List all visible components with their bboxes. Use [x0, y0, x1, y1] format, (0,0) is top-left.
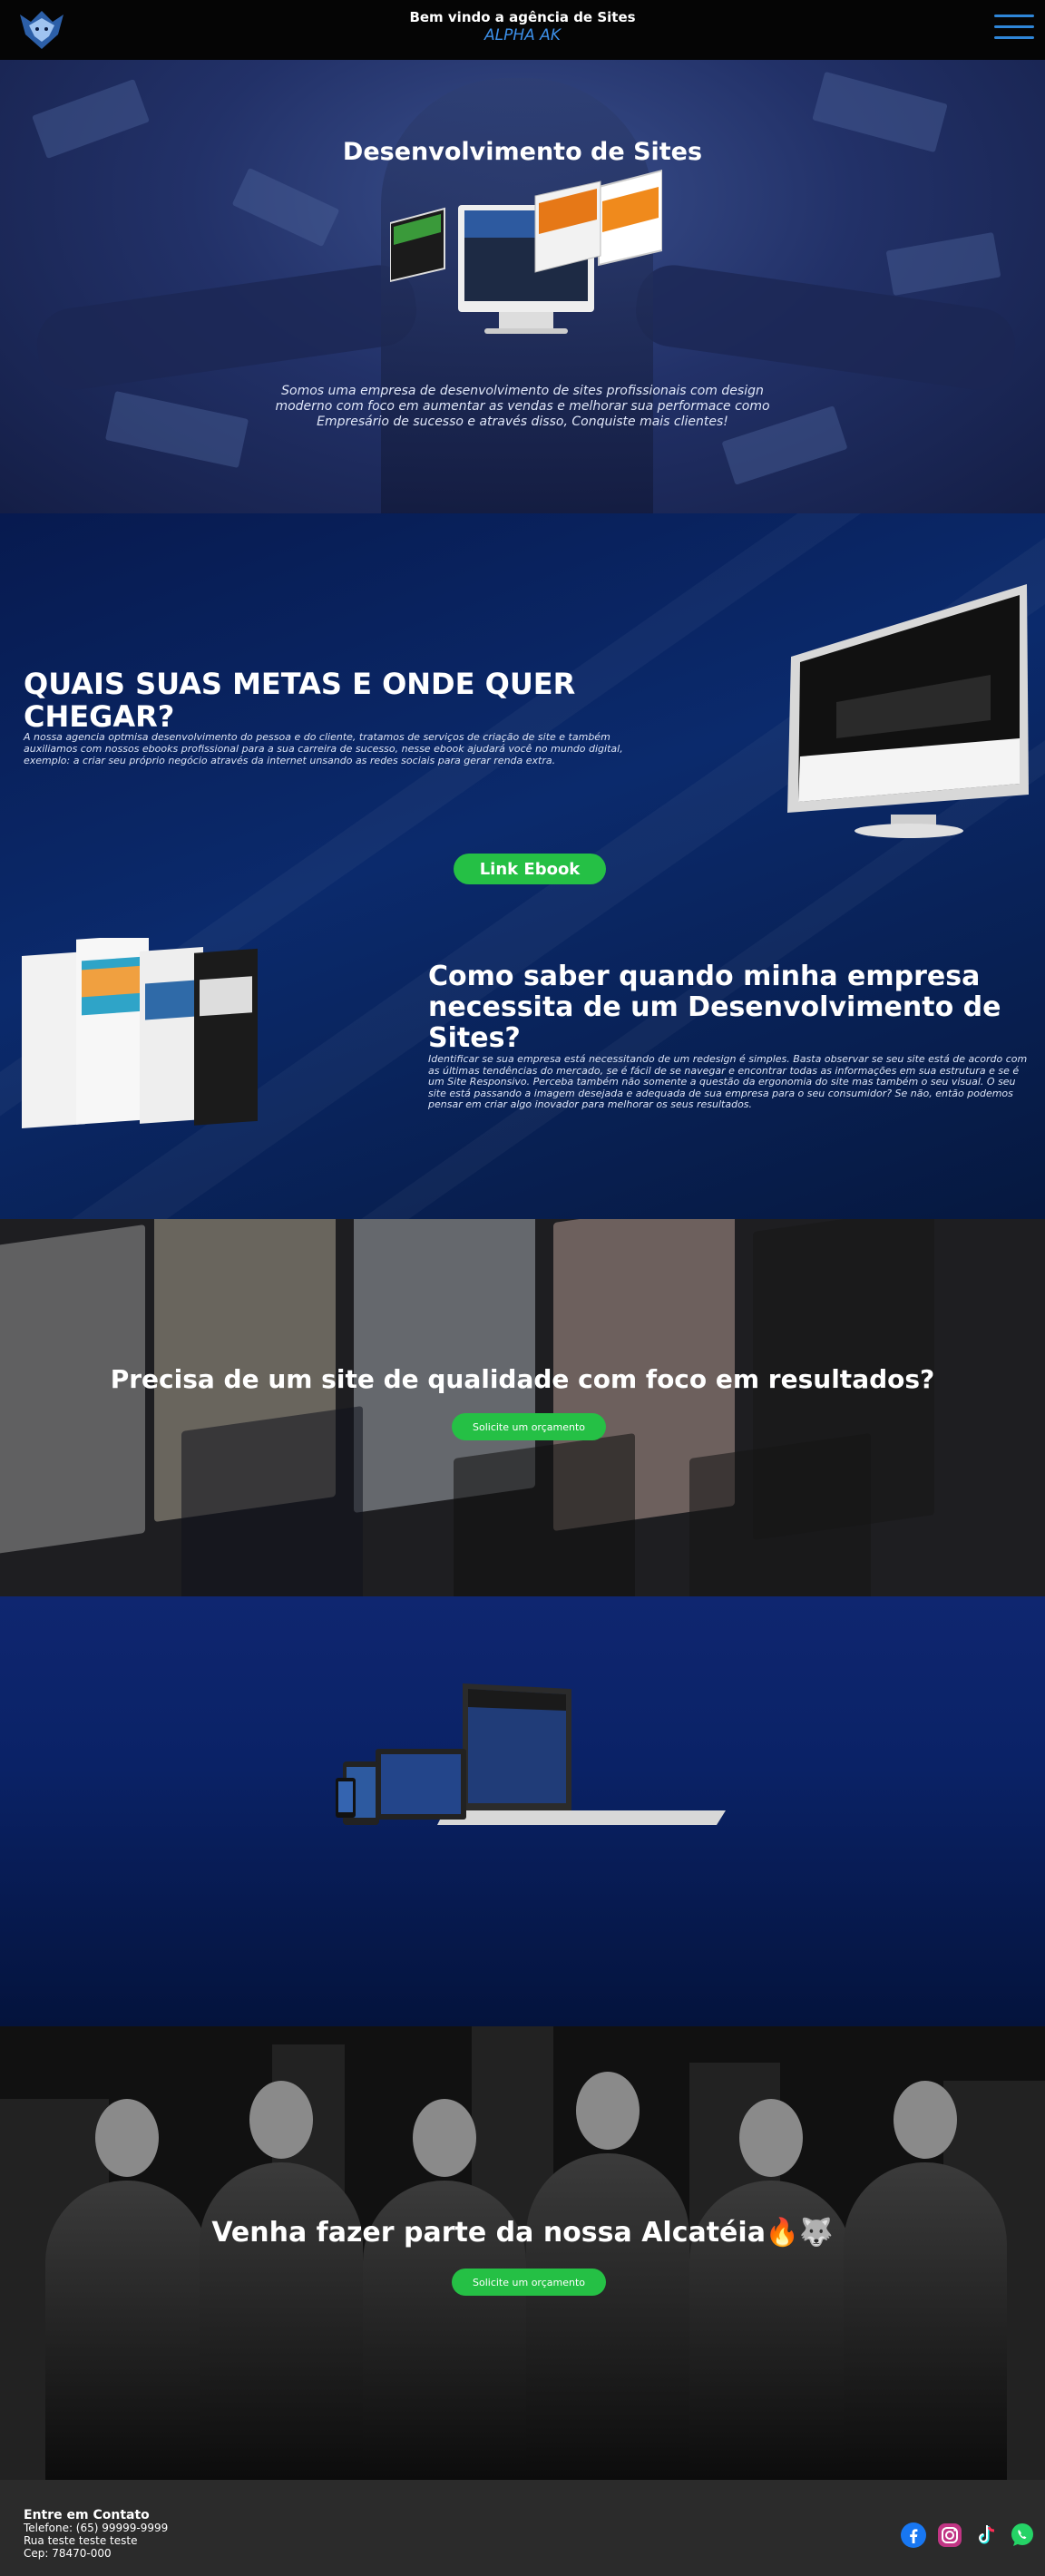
hamburger-menu-icon[interactable] [994, 15, 1034, 44]
goals-section: QUAIS SUAS METAS E ONDE QUER CHEGAR? A n… [0, 513, 1045, 1219]
site-footer: Entre em Contato Telefone: (65) 99999-99… [0, 2480, 1045, 2576]
instagram-icon[interactable] [936, 2522, 963, 2549]
question-heading: Como saber quando minha empresa necessit… [428, 961, 1001, 1054]
team-quote-button[interactable]: Solicite um orçamento [452, 2269, 606, 2296]
social-links [900, 2522, 1036, 2551]
goals-heading: QUAIS SUAS METAS E ONDE QUER CHEGAR? [24, 667, 576, 734]
team-section: Venha fazer parte da nossa Alcatéia🔥🐺 So… [0, 2026, 1045, 2480]
tiktok-icon[interactable] [972, 2522, 1000, 2549]
responsive-devices-image [336, 1683, 726, 1825]
contact-cep: Cep: 78470-000 [24, 2547, 112, 2560]
devices-section [0, 1596, 1045, 2026]
site-header: Bem vindo a agência de Sites ALPHA AK [0, 0, 1045, 60]
contact-info: Entre em Contato Telefone: (65) 99999-99… [24, 2509, 168, 2560]
hero-title: Desenvolvimento de Sites [342, 138, 703, 166]
hero-description: Somos uma empresa de desenvolvimento de … [275, 384, 770, 429]
website-devices-image [390, 169, 662, 334]
monitor-image [787, 584, 1029, 838]
quality-title: Precisa de um site de qualidade com foco… [110, 1364, 935, 1394]
question-description: Identificar se sua empresa está necessit… [428, 1053, 1028, 1110]
hero-section: Desenvolvimento de Sites Somos uma empre… [0, 60, 1045, 513]
team-title: Venha fazer parte da nossa Alcatéia🔥🐺 [211, 2217, 834, 2249]
quote-button[interactable]: Solicite um orçamento [452, 1413, 606, 1440]
quality-section: Precisa de um site de qualidade com foco… [0, 1219, 1045, 1596]
website-pages-image [22, 938, 258, 1128]
contact-title: Entre em Contato [24, 2508, 150, 2522]
facebook-icon[interactable] [900, 2522, 927, 2549]
contact-address: Rua teste teste teste [24, 2534, 138, 2547]
goals-description: A nossa agencia optmisa desenvolvimento … [24, 731, 623, 766]
header-title: Bem vindo a agência de Sites [409, 9, 636, 25]
ebook-link-button[interactable]: Link Ebook [454, 854, 606, 884]
brand-name: ALPHA AK [484, 26, 561, 44]
whatsapp-icon[interactable] [1009, 2522, 1036, 2549]
contact-phone: Telefone: (65) 99999-9999 [24, 2522, 169, 2534]
